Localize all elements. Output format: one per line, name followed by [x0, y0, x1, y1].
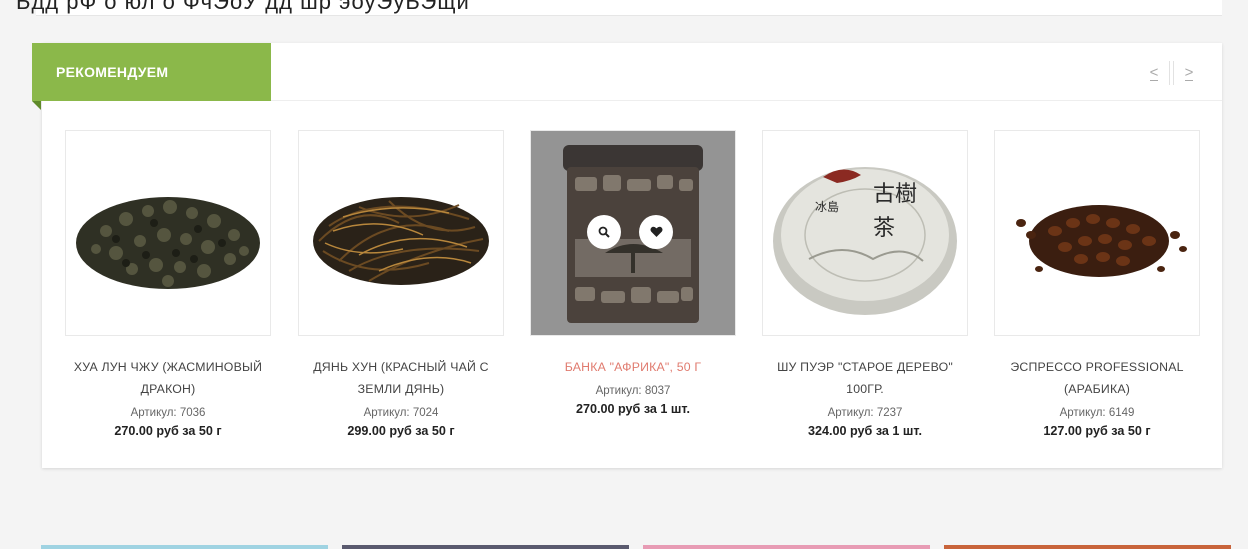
product-price: 270.00 руб за 1 шт.	[576, 402, 690, 416]
quick-view-button[interactable]	[587, 215, 621, 249]
section-title: РЕКОМЕНДУЕМ	[32, 43, 271, 110]
product-card[interactable]: ДЯНЬ ХУН (КРАСНЫЙ ЧАЙ С ЗЕМЛИ ДЯНЬ) Арти…	[298, 130, 504, 438]
svg-text:古樹: 古樹	[873, 182, 917, 207]
product-price: 324.00 руб за 1 шт.	[808, 424, 922, 438]
product-name[interactable]: ЭСПРЕССО PROFESSIONAL (АРАБИКА)	[994, 356, 1200, 400]
category-banner-2[interactable]	[342, 545, 629, 549]
product-card[interactable]: 古樹 茶 冰島 ШУ ПУЭР "СТАРОЕ ДЕРЕВО" 100ГР. А…	[762, 130, 968, 438]
next-arrow-button[interactable]: >	[1178, 61, 1200, 85]
hover-overlay	[531, 131, 735, 335]
carousel-arrows: < >	[1143, 61, 1200, 85]
arrow-separator	[1169, 61, 1174, 85]
product-name[interactable]: ХУА ЛУН ЧЖУ (ЖАСМИНОВЫЙ ДРАКОН)	[65, 356, 271, 400]
product-card[interactable]: БАНКА "АФРИКА", 50 Г Артикул: 8037 270.0…	[530, 130, 736, 416]
section-header: РЕКОМЕНДУЕМ < >	[32, 43, 1222, 110]
category-banner-4[interactable]	[944, 545, 1231, 549]
product-article: Артикул: 7237	[827, 407, 903, 419]
product-image[interactable]	[994, 130, 1200, 336]
product-name[interactable]: ШУ ПУЭР "СТАРОЕ ДЕРЕВО" 100ГР.	[762, 356, 968, 400]
product-image[interactable]	[65, 130, 271, 336]
product-price: 270.00 руб за 50 г	[114, 424, 222, 438]
top-cut-text: Ьдд рФ о юл о ФчЭоУ дд шр эоуЭуЬЭщй	[16, 0, 470, 14]
product-image[interactable]: 古樹 茶 冰島	[762, 130, 968, 336]
top-strip: Ьдд рФ о юл о ФчЭоУ дд шр эоуЭуЬЭщй	[0, 0, 1248, 20]
product-card[interactable]: ХУА ЛУН ЧЖУ (ЖАСМИНОВЫЙ ДРАКОН) Артикул:…	[65, 130, 271, 438]
product-price: 127.00 руб за 50 г	[1043, 424, 1151, 438]
category-banner-3[interactable]	[643, 545, 930, 549]
chevron-left-icon: <	[1149, 64, 1159, 81]
category-banner-1[interactable]	[41, 545, 328, 549]
product-article: Артикул: 8037	[595, 385, 671, 397]
svg-text:冰島: 冰島	[815, 199, 839, 214]
product-card[interactable]: ЭСПРЕССО PROFESSIONAL (АРАБИКА) Артикул:…	[994, 130, 1200, 438]
recommended-section: РЕКОМЕНДУЕМ < > ХУА ЛУН ЧЖУ (ЖАСМИНОВЫЙ …	[32, 43, 1222, 468]
product-article: Артикул: 6149	[1059, 407, 1135, 419]
product-name[interactable]: БАНКА "АФРИКА", 50 Г	[530, 356, 736, 378]
product-name[interactable]: ДЯНЬ ХУН (КРАСНЫЙ ЧАЙ С ЗЕМЛИ ДЯНЬ)	[298, 356, 504, 400]
prev-arrow-button[interactable]: <	[1143, 61, 1165, 85]
chevron-right-icon: >	[1184, 64, 1194, 81]
product-image[interactable]	[298, 130, 504, 336]
heart-icon	[649, 226, 663, 237]
product-image[interactable]	[530, 130, 736, 336]
favorite-button[interactable]	[639, 215, 673, 249]
product-article: Артикул: 7036	[130, 407, 206, 419]
svg-text:茶: 茶	[873, 216, 895, 241]
product-price: 299.00 руб за 50 г	[347, 424, 455, 438]
search-icon	[598, 226, 610, 238]
product-article: Артикул: 7024	[363, 407, 439, 419]
